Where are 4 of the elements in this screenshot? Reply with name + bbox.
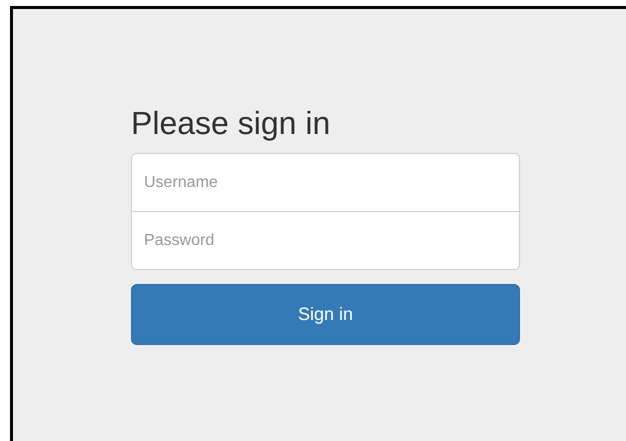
password-field[interactable]: Password [131, 211, 520, 270]
username-field[interactable]: Username [131, 153, 520, 212]
sign-in-button[interactable]: Sign in [131, 284, 520, 345]
sign-in-heading: Please sign in [131, 104, 332, 143]
